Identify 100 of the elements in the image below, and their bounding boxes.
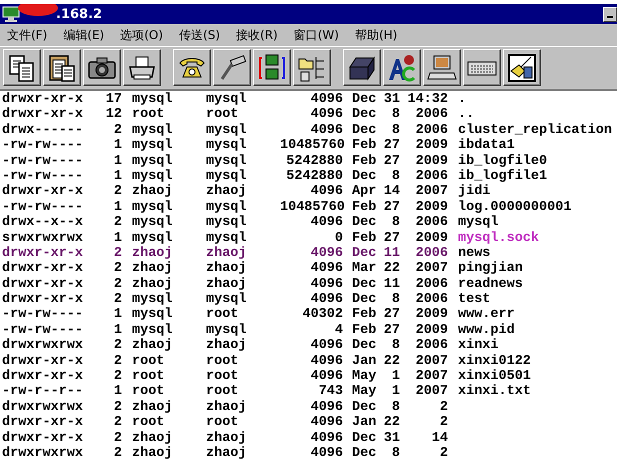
owner-text: zhaoj [131, 261, 174, 277]
day-text: 27 [382, 154, 400, 169]
file-size: 4096 [310, 430, 343, 446]
day-text: 31 [382, 92, 400, 108]
minimize-button[interactable] [603, 6, 617, 22]
file-name: .. [457, 107, 474, 123]
file-size: 5242880 [285, 154, 343, 169]
year-or-time: 2007 [414, 261, 448, 277]
permissions-text: -rw-r--r-- [2, 384, 82, 400]
link-count: 1 [112, 230, 122, 246]
group-text: root [206, 384, 240, 400]
file-name: xinxi0501 [457, 369, 531, 384]
file-name: mysql.sock [457, 230, 540, 246]
menu-item[interactable]: 窗口(W) [290, 26, 344, 44]
day-text: 8 [390, 400, 400, 416]
toolbar-button[interactable] [253, 49, 291, 86]
permissions-text: -rw-rw---- [2, 154, 82, 169]
file-name: test [457, 292, 490, 308]
group-text: zhaoj [206, 184, 248, 200]
file-size: 10485760 [280, 200, 343, 216]
file-size: 4096 [310, 122, 343, 138]
menu-item[interactable]: 文件(F) [4, 26, 52, 44]
file-size: 4096 [310, 261, 343, 277]
link-count: 1 [112, 200, 122, 216]
month-text: Dec [351, 276, 376, 292]
file-name: . [457, 92, 466, 108]
owner-text: mysql [131, 138, 174, 154]
file-size: 4096 [310, 415, 343, 431]
window-tag-icon [507, 52, 537, 82]
month-text: Dec [351, 446, 376, 462]
year-or-time: 2009 [414, 154, 448, 169]
permissions-text: drwxr-xr-x [2, 369, 82, 384]
link-count: 2 [112, 261, 122, 277]
group-text: zhaoj [206, 246, 248, 261]
toolbar-button[interactable] [173, 49, 211, 86]
month-text: Feb [351, 230, 376, 246]
toolbar-button[interactable] [423, 49, 461, 86]
year-or-time: 2009 [414, 307, 448, 323]
year-or-time: 2 [438, 415, 448, 431]
file-name: log.0000000001 [457, 200, 572, 215]
permissions-text: -rw-rw---- [2, 322, 82, 338]
year-or-time: 2006 [414, 122, 448, 138]
day-text: 31 [382, 430, 400, 446]
group-text: mysql [206, 138, 248, 154]
day-text: 1 [390, 369, 400, 384]
permissions-text: drwxrwxrwx [2, 446, 82, 462]
toolbar-button[interactable] [343, 49, 381, 86]
group-text: zhaoj [206, 261, 248, 277]
link-count: 2 [112, 292, 122, 308]
month-text: Dec [351, 430, 376, 446]
file-size: 743 [318, 384, 343, 400]
day-text: 22 [382, 415, 400, 431]
file-size: 4096 [310, 354, 343, 370]
toolbar-button[interactable] [463, 49, 501, 86]
group-text: root [206, 415, 240, 431]
month-text: Dec [351, 292, 376, 308]
year-or-time: 14 [430, 430, 448, 446]
year-or-time: 14:32 [406, 92, 448, 108]
day-text: 11 [382, 246, 400, 262]
menu-item[interactable]: 传送(S) [176, 26, 226, 44]
toolbar-button[interactable] [123, 49, 161, 86]
documents-icon [7, 52, 37, 82]
day-text: 8 [390, 168, 400, 184]
file-name: www.err [457, 307, 515, 323]
computers-transfer-icon [257, 52, 287, 82]
month-text: Jan [351, 415, 376, 431]
menu-item[interactable]: 帮助(H) [352, 26, 402, 44]
year-or-time: 2009 [414, 200, 448, 216]
menu-item[interactable]: 选项(O) [117, 26, 168, 44]
day-text: 27 [382, 307, 400, 323]
day-text: 8 [390, 107, 400, 123]
file-name: ib_logfile0 [457, 154, 548, 169]
toolbar-button[interactable] [383, 49, 421, 86]
year-or-time: 2007 [414, 184, 448, 200]
link-count: 2 [112, 400, 122, 416]
toolbar-button[interactable] [503, 49, 541, 86]
month-text: Dec [351, 107, 376, 123]
menu-item[interactable]: 接收(R) [233, 26, 283, 44]
toolbar-button[interactable] [3, 49, 41, 86]
file-size: 4096 [310, 446, 343, 462]
link-count: 2 [112, 415, 122, 431]
permissions-text: -rw-rw---- [2, 200, 82, 215]
toolbar-button[interactable] [43, 49, 81, 86]
file-name: www.pid [457, 322, 515, 338]
day-text: 8 [390, 338, 400, 354]
group-text: mysql [206, 230, 248, 246]
letters-icon [387, 52, 417, 82]
file-size: 5242880 [285, 168, 343, 184]
year-or-time: 2009 [414, 322, 448, 338]
permissions-text: -rw-rw---- [2, 307, 82, 323]
toolbar-button[interactable] [213, 49, 251, 86]
toolbar-button[interactable] [293, 49, 331, 86]
year-or-time: 2009 [414, 138, 448, 154]
toolbar-button[interactable] [83, 49, 121, 86]
year-or-time: 2 [438, 400, 448, 416]
month-text: May [351, 384, 376, 400]
file-name: xinxi0122 [457, 354, 531, 369]
file-name: mysql [457, 215, 499, 231]
group-text: mysql [206, 168, 248, 184]
menu-item[interactable]: 编辑(E) [60, 26, 110, 44]
